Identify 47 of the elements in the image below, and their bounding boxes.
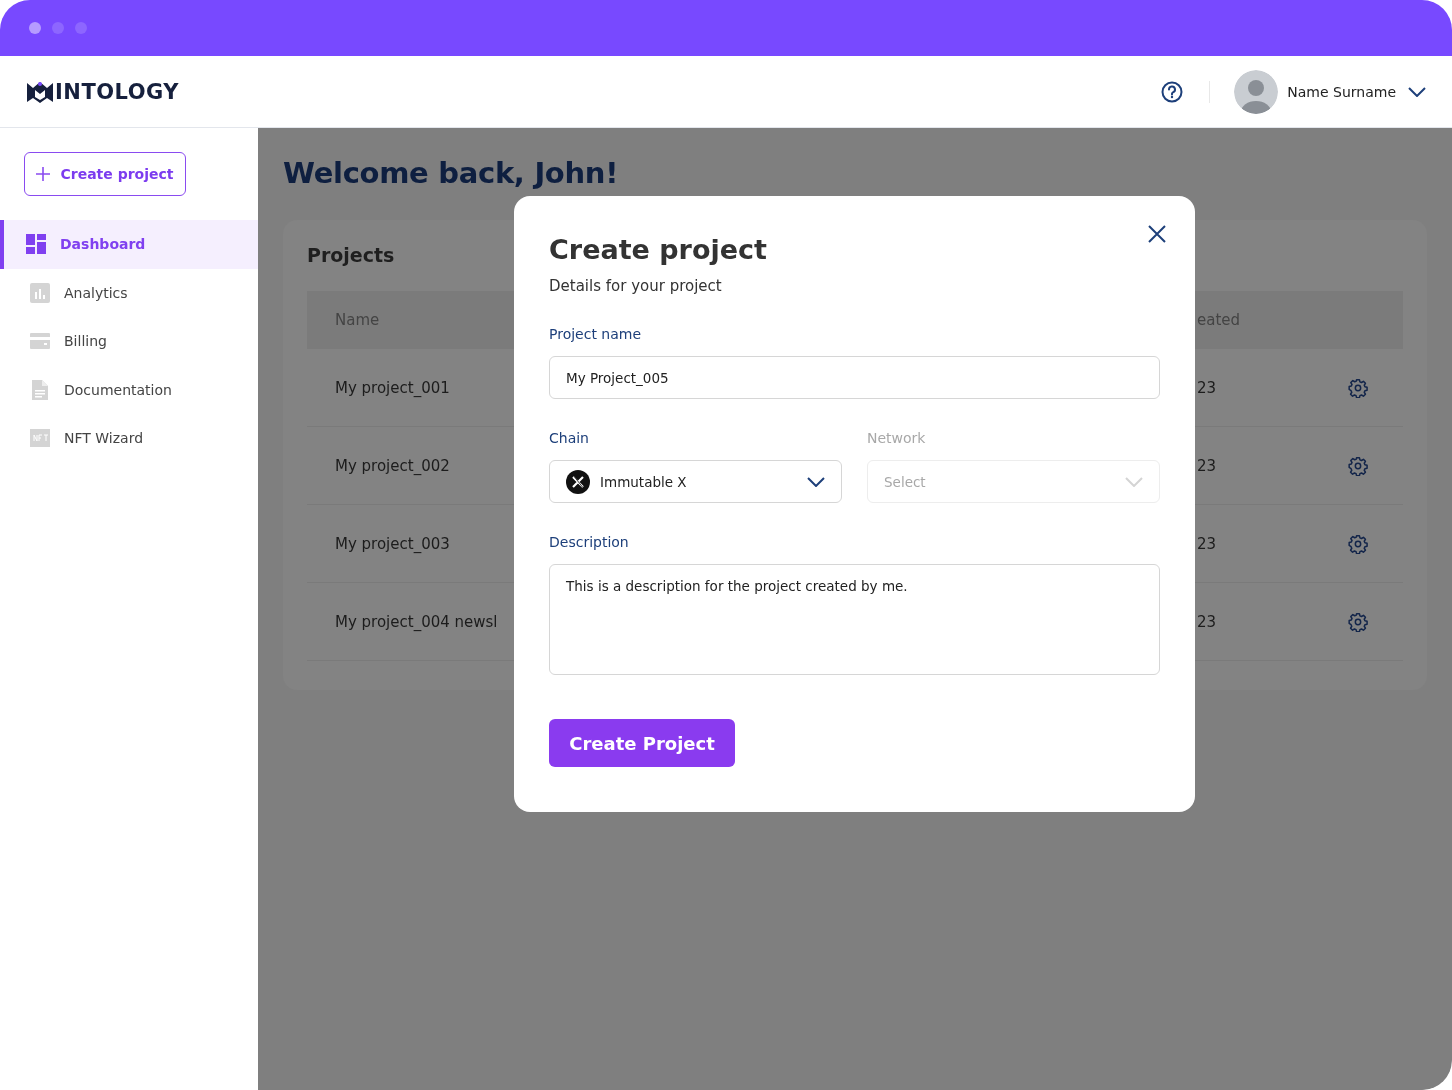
settings-icon[interactable]: [1348, 611, 1368, 632]
settings-icon[interactable]: [1348, 377, 1368, 398]
table-cell: My project_004 newsl: [335, 612, 498, 631]
field-label: Chain: [549, 430, 590, 446]
create-project-button[interactable]: Create project: [24, 152, 186, 196]
table-cell: My project_003: [335, 534, 450, 553]
dialog-title: Create project: [549, 234, 768, 265]
sidebar-item[interactable]: Analytics: [0, 268, 258, 317]
sidebar-item[interactable]: NFT Wizard: [0, 414, 258, 463]
table-cell: 23: [1197, 534, 1217, 553]
chevron-down-icon: [1125, 476, 1143, 487]
sidebar-item[interactable]: Billing: [0, 317, 258, 366]
table-cell: My project_002: [335, 456, 450, 475]
description-field[interactable]: This is a description for the project created by me.: [549, 564, 1160, 675]
dashboard-icon: [26, 234, 46, 255]
card-icon: [30, 333, 50, 350]
field-label: Project name: [549, 326, 643, 342]
sidebar-item[interactable]: Dashboard: [0, 220, 258, 269]
sidebar-item[interactable]: Documentation: [0, 365, 258, 414]
user-name[interactable]: Name Surname: [1287, 83, 1396, 100]
text-field[interactable]: My Project_005: [549, 356, 1160, 399]
logo-icon: [26, 80, 54, 103]
chevron-down-icon: [807, 476, 825, 487]
help-icon[interactable]: [1161, 80, 1184, 103]
settings-icon[interactable]: [1348, 455, 1368, 476]
plus-icon: [36, 167, 51, 181]
field-label: Network: [867, 430, 927, 446]
dialog-subtitle: Details for your project: [549, 277, 723, 295]
close-icon[interactable]: [1147, 224, 1167, 244]
section-title: Projects: [307, 244, 395, 266]
chevron-down-icon[interactable]: [1408, 86, 1426, 97]
dropdown[interactable]: Immutable X: [549, 460, 842, 503]
table-cell: 23: [1197, 456, 1217, 475]
x-logo-icon: [566, 469, 590, 494]
welcome-heading: Welcome back, John!: [283, 156, 620, 190]
field-label: Description: [549, 534, 630, 550]
table-cell: My project_001: [335, 378, 450, 397]
nft-icon: [30, 429, 50, 448]
table-cell: 23: [1197, 378, 1217, 397]
create-project-button[interactable]: Create Project: [549, 719, 735, 767]
window-controls-icon[interactable]: [29, 22, 87, 34]
document-icon: [32, 379, 48, 400]
bar-chart-icon: [30, 282, 50, 303]
table-cell: 23: [1197, 612, 1217, 631]
settings-icon[interactable]: [1348, 533, 1368, 554]
column-header: Name: [335, 311, 380, 329]
logo-text: INTOLOGY: [55, 79, 180, 104]
